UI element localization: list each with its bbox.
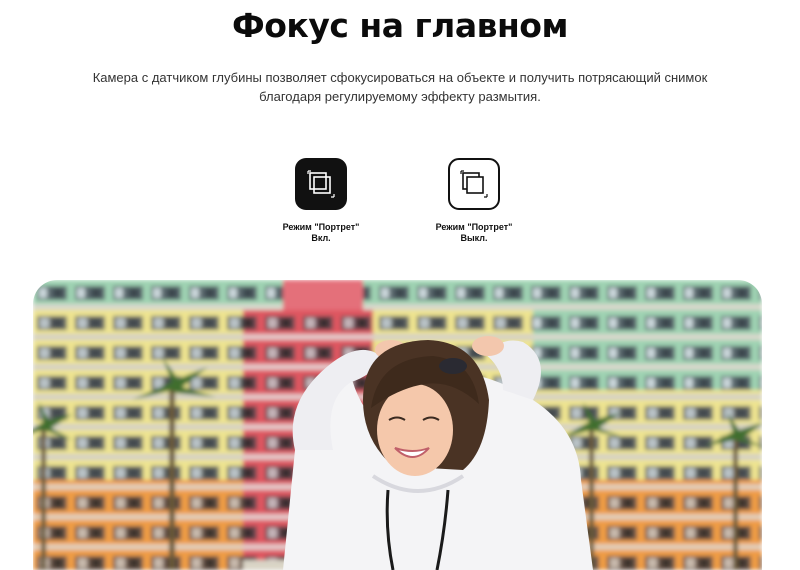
portrait-mode-off-icon[interactable] <box>448 158 500 210</box>
description-line-1: Камера с датчиком глубины позволяет сфок… <box>92 70 708 85</box>
portrait-mode-on-icon[interactable] <box>295 158 347 210</box>
mode-label-line-1: Режим "Портрет" <box>435 222 513 232</box>
description-line-2: благодаря регулируемому эффекту размытия… <box>259 89 541 104</box>
portrait-mode-off-label: Режим "Портрет" Выкл. <box>404 222 544 244</box>
mode-label-line-2: Вкл. <box>311 233 331 243</box>
photo-illustration <box>33 280 762 570</box>
portrait-mode-on-label: Режим "Портрет" Вкл. <box>251 222 391 244</box>
portrait-mode-photo <box>33 280 762 570</box>
portrait-mode-on-toggle[interactable]: Режим "Портрет" Вкл. <box>251 158 391 244</box>
mode-label-line-2: Выкл. <box>460 233 488 243</box>
portrait-mode-off-toggle[interactable]: Режим "Портрет" Выкл. <box>404 158 544 244</box>
mode-label-line-1: Режим "Портрет" <box>282 222 360 232</box>
section-description: Камера с датчиком глубины позволяет сфок… <box>90 68 710 106</box>
section-heading: Фокус на главном <box>232 6 568 45</box>
